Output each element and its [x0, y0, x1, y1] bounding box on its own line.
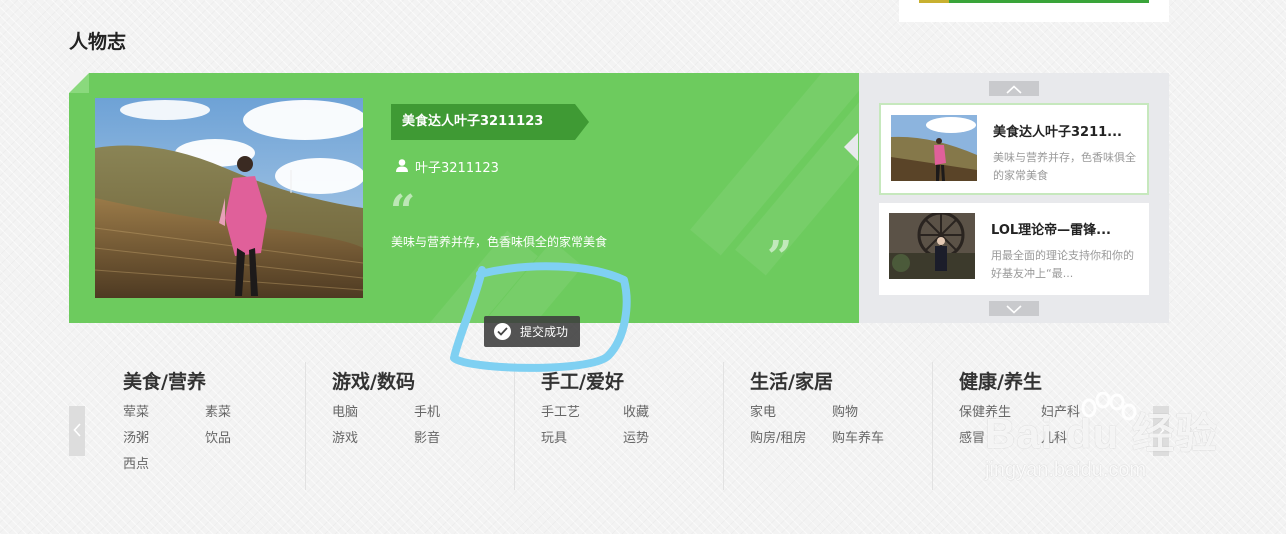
- chevron-left-icon: [73, 422, 81, 441]
- category-food: 美食/营养 荤菜 素菜 汤粥 饮品 西点: [123, 362, 303, 490]
- side-item-2[interactable]: LOL理论帝—雷锋... 用最全面的理论支持你和你的好基友冲上“最...: [879, 203, 1149, 295]
- category-link[interactable]: 收藏: [623, 404, 701, 421]
- feature-photo[interactable]: [95, 98, 363, 298]
- category-link[interactable]: 手工艺: [541, 404, 623, 421]
- category-link[interactable]: 汤粥: [123, 430, 205, 447]
- side-item-desc: 美味与营养并存，色香味俱全的家常美食: [993, 151, 1136, 182]
- category-link[interactable]: 购物: [832, 404, 910, 421]
- corner-fold: [69, 73, 89, 93]
- category-title[interactable]: 手工/爱好: [541, 367, 624, 394]
- author-name: 叶子3211123: [415, 161, 499, 176]
- side-list: 美食达人叶子3211... 美味与营养并存，色香味俱全的家常美食 LOL理论帝—…: [844, 73, 1169, 323]
- scroll-up-button[interactable]: [989, 81, 1039, 96]
- toast-text: 提交成功: [520, 325, 569, 339]
- category-prev-button[interactable]: [69, 406, 85, 456]
- quote-open-icon: “: [390, 186, 416, 237]
- feature-description: 美味与营养并存，色香味俱全的家常美食: [391, 235, 608, 249]
- category-home: 生活/家居 家电 购物 购房/租房 购车养车: [723, 362, 932, 490]
- name-tag-ribbon[interactable]: 美食达人叶子3211123: [391, 104, 589, 140]
- quote-close-icon: ”: [767, 232, 793, 283]
- side-item-title: LOL理论帝—雷锋...: [991, 223, 1111, 238]
- feature-panel[interactable]: 美食达人叶子3211123 叶子3211123 “ 美味与营养并存，色香味俱全的…: [69, 73, 859, 323]
- author-line[interactable]: 叶子3211123: [395, 157, 499, 176]
- side-thumb: [891, 115, 977, 181]
- category-link[interactable]: 饮品: [205, 430, 283, 447]
- category-title[interactable]: 游戏/数码: [332, 367, 415, 394]
- baidu-jingyan-watermark: Bai du 经验 jingyan.baidu.com: [985, 391, 1218, 482]
- side-thumb: [889, 213, 975, 279]
- chevron-down-icon: [1006, 299, 1022, 318]
- category-title[interactable]: 健康/养生: [959, 367, 1042, 394]
- category-link[interactable]: 素菜: [205, 404, 283, 421]
- chevron-up-icon: [1006, 79, 1022, 98]
- top-ad-card[interactable]: [899, 0, 1169, 22]
- watermark-sub: jingyan.baidu.com: [985, 459, 1147, 481]
- category-link[interactable]: 游戏: [332, 430, 414, 447]
- category-link[interactable]: 荤菜: [123, 404, 205, 421]
- baidu-paw-icon: [1077, 391, 1139, 446]
- category-games: 游戏/数码 电脑 手机 游戏 影音: [305, 362, 514, 490]
- category-link[interactable]: 影音: [414, 430, 492, 447]
- category-link[interactable]: 运势: [623, 430, 701, 447]
- section-title: 人物志: [69, 31, 127, 53]
- scroll-down-button[interactable]: [989, 301, 1039, 316]
- category-link[interactable]: 电脑: [332, 404, 414, 421]
- user-icon: [395, 158, 409, 176]
- category-link[interactable]: 玩具: [541, 430, 623, 447]
- category-link[interactable]: 购车养车: [832, 430, 910, 447]
- side-item-desc: 用最全面的理论支持你和你的好基友冲上“最...: [991, 249, 1134, 280]
- ad-strip: [919, 0, 1149, 3]
- category-crafts: 手工/爱好 手工艺 收藏 玩具 运势: [514, 362, 723, 490]
- active-pointer: [844, 133, 858, 161]
- category-title[interactable]: 美食/营养: [123, 367, 206, 394]
- category-title[interactable]: 生活/家居: [750, 367, 833, 394]
- category-link[interactable]: 手机: [414, 404, 492, 421]
- category-link[interactable]: 西点: [123, 456, 205, 473]
- category-link[interactable]: 家电: [750, 404, 832, 421]
- submit-success-toast: 提交成功: [484, 316, 580, 347]
- category-link[interactable]: 购房/租房: [750, 430, 832, 447]
- side-item-title: 美食达人叶子3211...: [993, 125, 1122, 140]
- check-icon: [494, 323, 511, 340]
- side-item-1[interactable]: 美食达人叶子3211... 美味与营养并存，色香味俱全的家常美食: [879, 103, 1149, 195]
